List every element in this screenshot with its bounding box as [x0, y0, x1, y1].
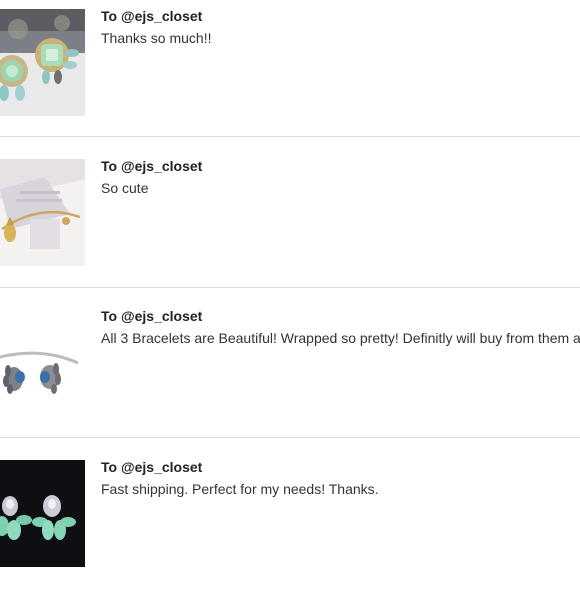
review-recipient[interactable]: To @ejs_closet [101, 158, 202, 174]
crystal-mint-leaf-earrings-icon [0, 460, 85, 567]
review-message: Thanks so much!! [101, 30, 212, 46]
divider [0, 136, 580, 137]
review-recipient[interactable]: To @ejs_closet [101, 459, 202, 475]
review-message: Fast shipping. Perfect for my needs! Tha… [101, 481, 379, 497]
product-thumbnail[interactable] [0, 460, 85, 567]
review-list: To @ejs_closet Thanks so much!! To @ejs_… [0, 0, 580, 580]
review-message: So cute [101, 180, 149, 196]
mint-gem-flower-earrings-icon [0, 9, 85, 116]
product-thumbnail[interactable] [0, 309, 85, 416]
review-item[interactable]: To @ejs_closet Fast shipping. Perfect fo… [0, 451, 580, 601]
product-thumbnail[interactable] [0, 159, 85, 266]
product-thumbnail[interactable] [0, 9, 85, 116]
review-recipient[interactable]: To @ejs_closet [101, 8, 202, 24]
review-item[interactable]: To @ejs_closet So cute [0, 150, 580, 300]
review-item[interactable]: To @ejs_closet Thanks so much!! [0, 0, 580, 150]
divider [0, 287, 580, 288]
review-message: All 3 Bracelets are Beautiful! Wrapped s… [101, 330, 580, 346]
divider [0, 437, 580, 438]
silver-blue-stone-cuff-bracelet-icon [0, 309, 85, 416]
review-recipient[interactable]: To @ejs_closet [101, 308, 202, 324]
gold-pineapple-cuff-bracelet-icon [0, 159, 85, 266]
review-item[interactable]: To @ejs_closet All 3 Bracelets are Beaut… [0, 300, 580, 450]
